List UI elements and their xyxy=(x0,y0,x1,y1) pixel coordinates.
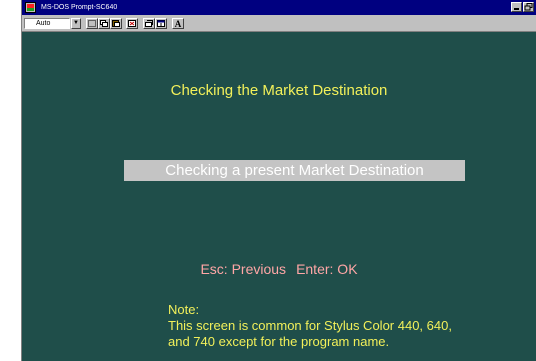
menu-option-present-market-destination[interactable]: Checking a present Market Destination xyxy=(124,160,465,181)
window-title: MS-DOS Prompt-SC640 xyxy=(41,4,118,11)
restore-icon[interactable] xyxy=(523,2,534,12)
mark-icon[interactable] xyxy=(86,18,98,29)
note-line-2: and 740 except for the program name. xyxy=(168,334,390,349)
key-hints: Esc: Previous Enter: OK xyxy=(22,261,536,277)
note-label: Note: xyxy=(168,302,200,317)
ms-dos-window: MS-DOS Prompt-SC640 Auto ▼ A Checking th… xyxy=(21,0,536,361)
note-line-1: This screen is common for Stylus Color 4… xyxy=(168,318,452,333)
paste-icon[interactable] xyxy=(110,18,122,29)
dos-screen: Checking the Market Destination Checking… xyxy=(22,32,536,361)
minimize-icon[interactable] xyxy=(511,2,522,12)
font-icon[interactable]: A xyxy=(172,18,184,29)
screen-heading: Checking the Market Destination xyxy=(170,82,388,99)
properties-icon[interactable] xyxy=(143,18,155,29)
window-controls xyxy=(511,2,534,12)
note: Note: This screen is common for Stylus C… xyxy=(168,302,536,350)
title-bar[interactable]: MS-DOS Prompt-SC640 xyxy=(22,0,536,15)
esc-hint: Esc: Previous xyxy=(200,261,287,277)
background-icon[interactable] xyxy=(155,18,167,29)
chevron-down-icon[interactable]: ▼ xyxy=(71,18,81,29)
full-screen-icon[interactable] xyxy=(126,18,138,29)
enter-hint: Enter: OK xyxy=(296,261,358,277)
copy-icon[interactable] xyxy=(98,18,110,29)
ms-dos-app-icon[interactable] xyxy=(25,2,36,13)
font-size-select[interactable]: Auto xyxy=(24,18,70,29)
toolbar: Auto ▼ A xyxy=(22,15,536,32)
